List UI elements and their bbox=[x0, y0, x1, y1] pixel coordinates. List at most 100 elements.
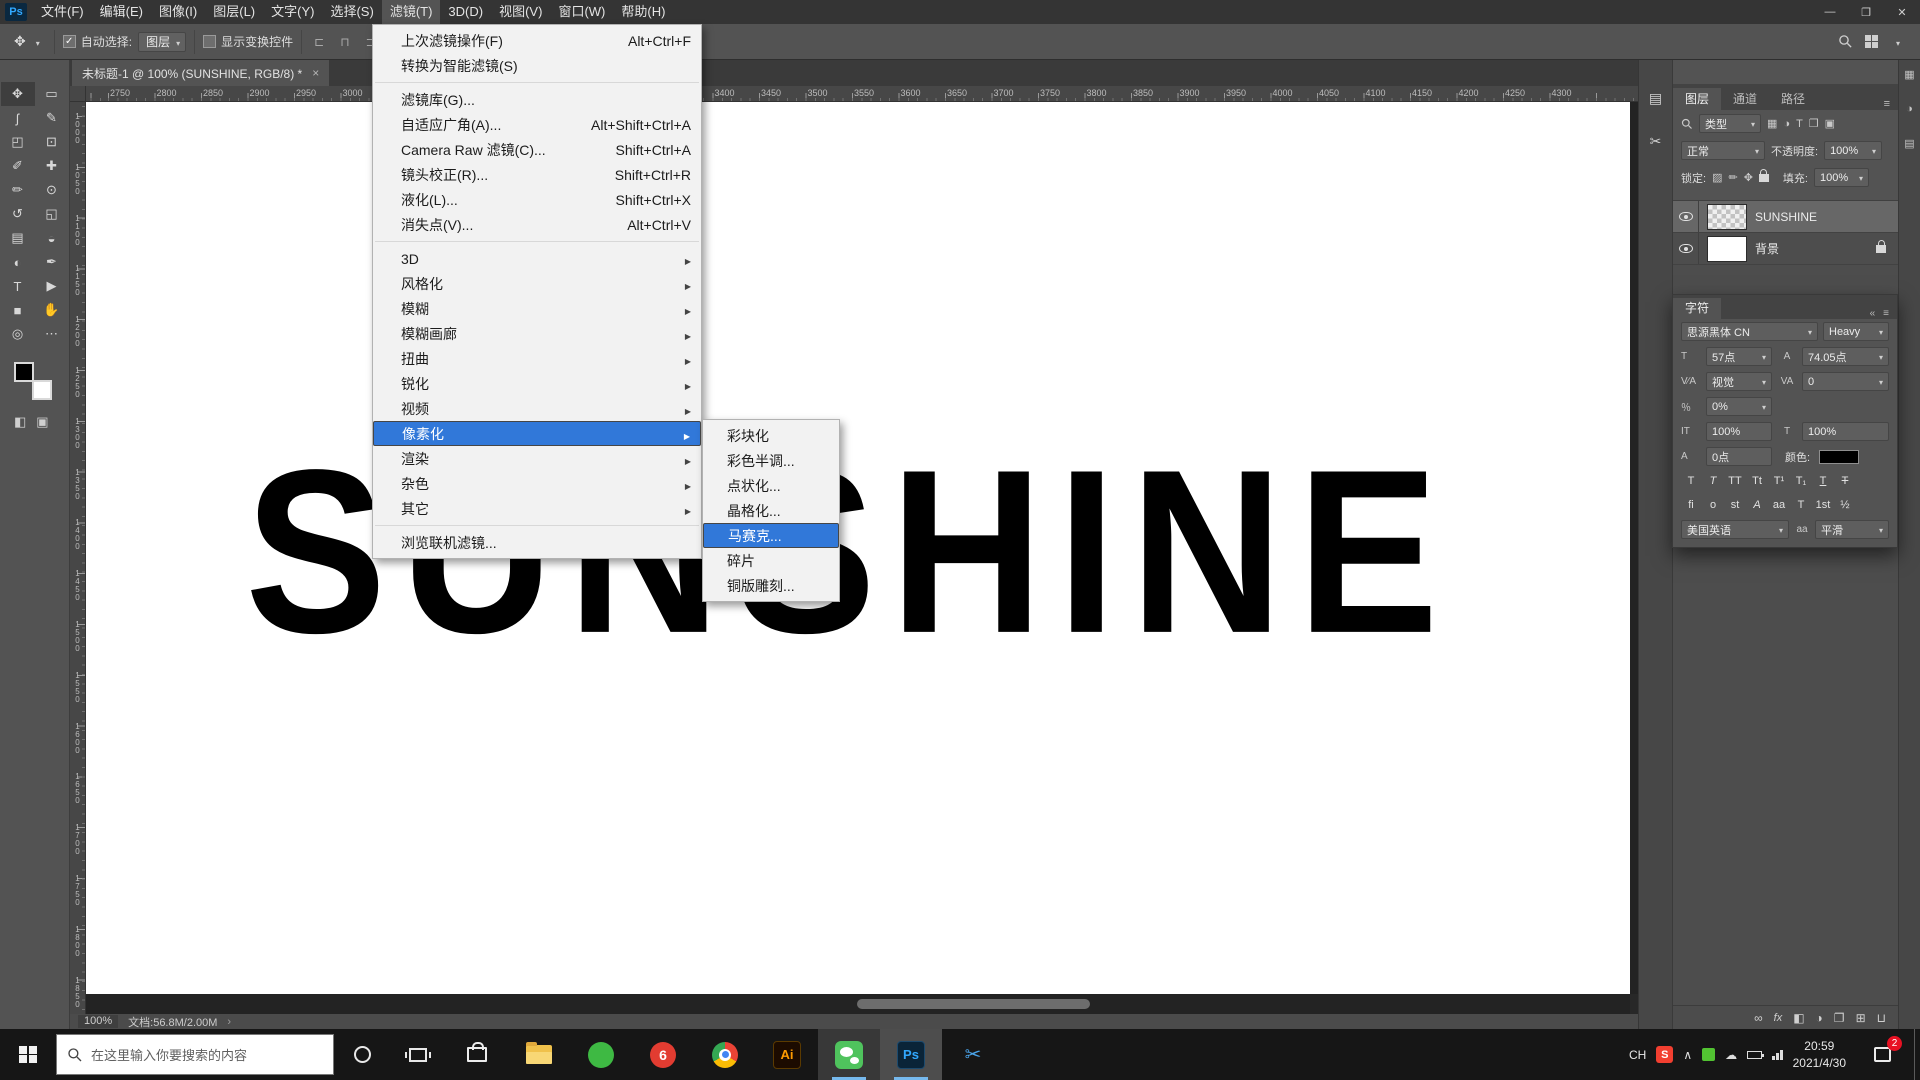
quick-mask-icon[interactable]: ◧ bbox=[14, 414, 26, 430]
close-tab-icon[interactable]: × bbox=[312, 66, 319, 80]
menu-item-lens-correction[interactable]: 镜头校正(R)...Shift+Ctrl+R bbox=[373, 162, 701, 187]
submenu-item-crystallize[interactable]: 晶格化... bbox=[703, 498, 839, 523]
menu-item-convert-smart-filter[interactable]: 转换为智能滤镜(S) bbox=[373, 53, 701, 78]
frame-tool[interactable]: ⊡ bbox=[35, 130, 69, 154]
layer-name[interactable]: SUNSHINE bbox=[1755, 210, 1817, 224]
collapsed-panel-icon[interactable]: ▦ bbox=[1904, 68, 1914, 81]
blur-tool[interactable]: ◒ bbox=[35, 226, 69, 250]
strikethrough-button[interactable]: T bbox=[1835, 472, 1855, 490]
submenu-item-pointillize[interactable]: 点状化... bbox=[703, 473, 839, 498]
lock-pixels-icon[interactable]: ✏ bbox=[1728, 171, 1737, 184]
action-center-button[interactable]: 2 bbox=[1856, 1029, 1908, 1080]
menu-item-camera-raw[interactable]: Camera Raw 滤镜(C)...Shift+Ctrl+A bbox=[373, 137, 701, 162]
faux-italic-button[interactable]: T bbox=[1703, 472, 1723, 490]
ordinals-button[interactable]: 1st bbox=[1813, 496, 1833, 514]
taskbar-clip-app[interactable]: ✂ bbox=[942, 1029, 1004, 1080]
pen-tool[interactable]: ✒ bbox=[35, 250, 69, 274]
layer-name[interactable]: 背景 bbox=[1755, 240, 1779, 257]
filter-pixel-layers-icon[interactable]: ▦ bbox=[1767, 117, 1777, 130]
vertical-scale-field[interactable]: 100% bbox=[1706, 422, 1772, 441]
edit-toolbar-icon[interactable]: ⋯ bbox=[35, 322, 69, 346]
all-caps-button[interactable]: TT bbox=[1725, 472, 1745, 490]
submenu-item-fragment[interactable]: 碎片 bbox=[703, 548, 839, 573]
layer-thumbnail[interactable] bbox=[1707, 236, 1747, 262]
font-family-dropdown[interactable]: 思源黑体 CN bbox=[1681, 322, 1818, 341]
layer-thumbnail[interactable] bbox=[1707, 204, 1747, 230]
vertical-scrollbar[interactable] bbox=[1630, 102, 1638, 994]
opacity-dropdown[interactable]: 100% bbox=[1824, 141, 1882, 160]
taskbar-photoshop[interactable]: Ps bbox=[880, 1029, 942, 1080]
clone-stamp-tool[interactable]: ⊙ bbox=[35, 178, 69, 202]
add-mask-icon[interactable]: ◧ bbox=[1793, 1011, 1804, 1025]
menu-window[interactable]: 窗口(W) bbox=[550, 0, 613, 24]
lock-position-icon[interactable]: ✥ bbox=[1744, 171, 1753, 184]
ime-indicator[interactable]: CH bbox=[1629, 1048, 1646, 1062]
stylistic-alternates-button[interactable]: aa bbox=[1769, 496, 1789, 514]
menu-item-adaptive-wide-angle[interactable]: 自适应广角(A)...Alt+Shift+Ctrl+A bbox=[373, 112, 701, 137]
taskbar-search-input[interactable]: 在这里输入你要搜索的内容 bbox=[56, 1034, 334, 1075]
ligatures-button[interactable]: fi bbox=[1681, 496, 1701, 514]
horizontal-scrollbar[interactable] bbox=[86, 994, 1630, 1014]
menu-item-3d[interactable]: 3D bbox=[373, 246, 701, 271]
sogou-input-icon[interactable]: S bbox=[1656, 1046, 1673, 1063]
tracking-dropdown[interactable]: 0 bbox=[1802, 372, 1889, 391]
font-style-dropdown[interactable]: Heavy bbox=[1823, 322, 1889, 341]
hand-tool[interactable]: ✋ bbox=[35, 298, 69, 322]
marquee-tool[interactable]: ▭ bbox=[35, 82, 69, 106]
filter-type-layers-icon[interactable]: T bbox=[1796, 118, 1803, 130]
background-color-swatch[interactable] bbox=[32, 380, 52, 400]
battery-icon[interactable] bbox=[1747, 1051, 1762, 1059]
visibility-cell[interactable] bbox=[1673, 201, 1699, 232]
tab-character[interactable]: 字符 bbox=[1673, 298, 1721, 319]
eraser-tool[interactable]: ◱ bbox=[35, 202, 69, 226]
scissors-panel-icon[interactable]: ✂ bbox=[1650, 133, 1662, 150]
subscript-button[interactable]: T₁ bbox=[1791, 472, 1811, 490]
filter-shape-layers-icon[interactable]: ❐ bbox=[1809, 117, 1819, 130]
zoom-level-field[interactable]: 100% bbox=[78, 1015, 118, 1028]
menu-item-last-filter[interactable]: 上次滤镜操作(F)Alt+Ctrl+F bbox=[373, 28, 701, 53]
adjustment-layer-icon[interactable]: ◑ bbox=[1816, 1011, 1823, 1025]
discretionary-ligatures-button[interactable]: st bbox=[1725, 496, 1745, 514]
submenu-item-facet[interactable]: 彩块化 bbox=[703, 423, 839, 448]
menu-item-pixelate[interactable]: 像素化 bbox=[373, 421, 701, 446]
dodge-tool[interactable]: ◐ bbox=[1, 250, 35, 274]
auto-select-checkbox[interactable] bbox=[63, 35, 76, 48]
filter-smart-object-icon[interactable]: ▣ bbox=[1825, 117, 1835, 130]
menu-item-browse-online-filters[interactable]: 浏览联机滤镜... bbox=[373, 530, 701, 555]
workspace-chevron-icon[interactable] bbox=[1896, 35, 1900, 49]
grid-panel-icon[interactable]: ▤ bbox=[1649, 90, 1662, 107]
minimize-button[interactable]: — bbox=[1812, 0, 1848, 24]
link-layers-icon[interactable]: ∞ bbox=[1754, 1011, 1763, 1025]
brush-tool[interactable]: ✏ bbox=[1, 178, 35, 202]
menu-select[interactable]: 选择(S) bbox=[322, 0, 381, 24]
menu-type[interactable]: 文字(Y) bbox=[263, 0, 322, 24]
healing-brush-tool[interactable]: ✚ bbox=[35, 154, 69, 178]
cloud-tray-icon[interactable]: ☁ bbox=[1725, 1048, 1737, 1062]
scrollbar-thumb[interactable] bbox=[857, 999, 1090, 1009]
taskbar-red-app[interactable]: 6 bbox=[632, 1029, 694, 1080]
taskbar-wechat[interactable] bbox=[818, 1029, 880, 1080]
lasso-tool[interactable]: ʃ bbox=[1, 106, 35, 130]
submenu-item-mezzotint[interactable]: 铜版雕刻... bbox=[703, 573, 839, 598]
network-icon[interactable] bbox=[1772, 1049, 1783, 1060]
task-view-button[interactable] bbox=[390, 1029, 446, 1080]
faux-bold-button[interactable]: T bbox=[1681, 472, 1701, 490]
menu-item-distort[interactable]: 扭曲 bbox=[373, 346, 701, 371]
menu-item-filter-gallery[interactable]: 滤镜库(G)... bbox=[373, 87, 701, 112]
text-color-swatch[interactable] bbox=[1819, 450, 1859, 464]
menu-item-sharpen[interactable]: 锐化 bbox=[373, 371, 701, 396]
menu-item-liquify[interactable]: 液化(L)...Shift+Ctrl+X bbox=[373, 187, 701, 212]
start-button[interactable] bbox=[0, 1029, 56, 1080]
menu-item-video[interactable]: 视频 bbox=[373, 396, 701, 421]
collapsed-panel-icon[interactable]: ▤ bbox=[1904, 137, 1914, 150]
contextual-alternates-button[interactable]: o bbox=[1703, 496, 1723, 514]
menu-item-noise[interactable]: 杂色 bbox=[373, 471, 701, 496]
workspace-layout-icon[interactable] bbox=[1865, 35, 1878, 48]
menu-item-render[interactable]: 渲染 bbox=[373, 446, 701, 471]
layer-filter-type-dropdown[interactable]: 类型 bbox=[1699, 114, 1761, 133]
menu-3d[interactable]: 3D(D) bbox=[440, 0, 491, 24]
menu-item-other[interactable]: 其它 bbox=[373, 496, 701, 521]
zoom-tool[interactable]: ◎ bbox=[1, 322, 35, 346]
path-selection-tool[interactable]: ▶ bbox=[35, 274, 69, 298]
menu-item-vanishing-point[interactable]: 消失点(V)...Alt+Ctrl+V bbox=[373, 212, 701, 237]
